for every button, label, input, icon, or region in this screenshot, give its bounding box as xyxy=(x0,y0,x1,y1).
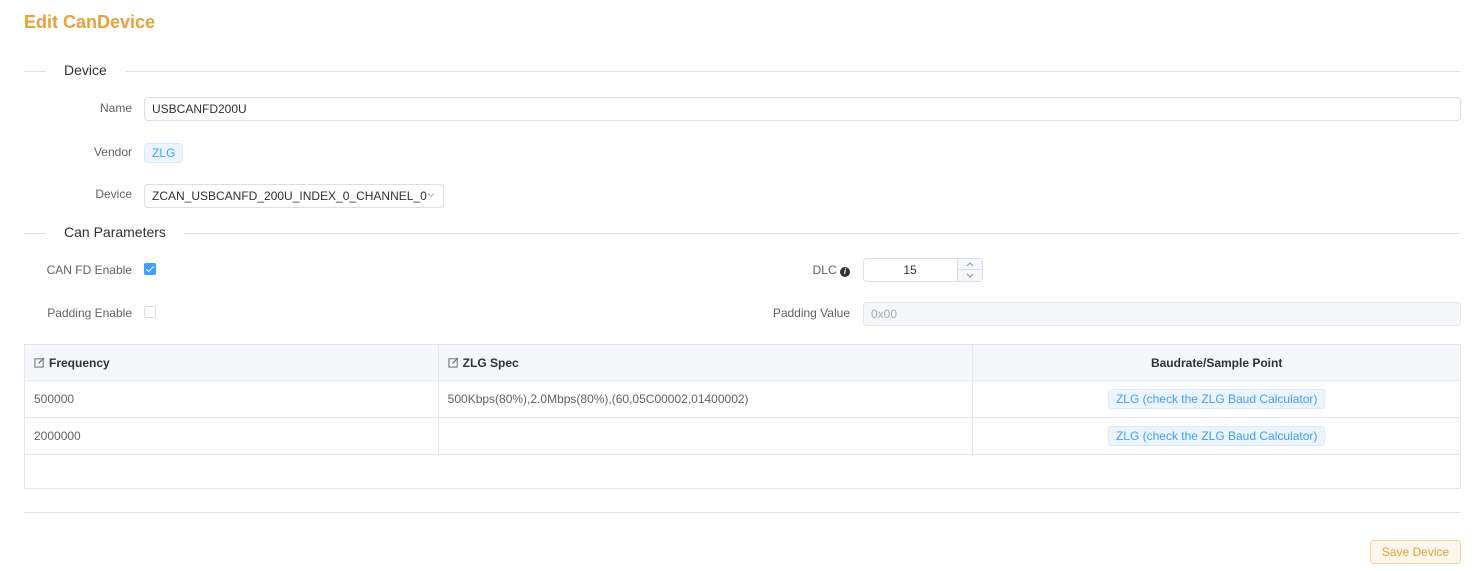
column-header-zlg-spec: ZLG Spec xyxy=(437,344,974,381)
padding-enable-checkbox[interactable] xyxy=(144,306,156,318)
baud-calculator-link[interactable]: ZLG (check the ZLG Baud Calculator) xyxy=(1107,389,1326,409)
baud-calculator-link[interactable]: ZLG (check the ZLG Baud Calculator) xyxy=(1107,426,1326,446)
edit-icon xyxy=(34,357,45,368)
chevron-up-icon xyxy=(966,262,974,267)
device-select-value: ZCAN_USBCANFD_200U_INDEX_0_CHANNEL_0 xyxy=(152,189,427,203)
dlc-stepper-controls xyxy=(957,259,982,281)
can-section-title: Can Parameters xyxy=(64,224,184,240)
vendor-label: Vendor xyxy=(93,145,132,159)
device-section-header: Device xyxy=(24,61,1460,81)
dlc-stepper[interactable]: 15 xyxy=(863,258,983,282)
chevron-down-icon xyxy=(966,273,974,278)
divider-left xyxy=(24,71,46,72)
frequency-cell[interactable]: 500000 xyxy=(24,380,439,418)
edit-icon xyxy=(448,357,459,368)
dlc-decrease-button[interactable] xyxy=(958,270,982,281)
padding-value-label: Padding Value xyxy=(772,306,850,320)
canfd-enable-label: CAN FD Enable xyxy=(46,263,132,277)
dlc-label: DLC i xyxy=(700,263,850,277)
table-empty-row xyxy=(24,454,1461,489)
table-header-row: Frequency ZLG Spec Baudrate/Sample Point xyxy=(24,344,1461,381)
padding-value-input[interactable]: 0x00 xyxy=(863,302,1461,326)
padding-enable-label: Padding Enable xyxy=(47,306,132,320)
can-section-header: Can Parameters xyxy=(24,223,1460,243)
baudrate-cell: ZLG (check the ZLG Baud Calculator) xyxy=(972,380,1461,418)
frequency-cell[interactable]: 2000000 xyxy=(24,417,439,455)
dlc-label-text: DLC xyxy=(812,263,837,277)
canfd-enable-checkbox[interactable] xyxy=(144,263,156,275)
divider-right xyxy=(64,71,1460,72)
column-header-label: ZLG Spec xyxy=(462,355,519,370)
name-label: Name xyxy=(99,101,132,115)
column-header-label: Frequency xyxy=(49,355,110,370)
column-header-frequency: Frequency xyxy=(24,344,439,381)
divider-right xyxy=(64,233,1460,234)
dlc-increase-button[interactable] xyxy=(958,259,982,270)
table-row: 2000000 ZLG (check the ZLG Baud Calculat… xyxy=(24,417,1461,455)
device-section-title: Device xyxy=(64,62,125,78)
zlg-spec-cell[interactable] xyxy=(437,417,974,455)
baudrate-cell: ZLG (check the ZLG Baud Calculator) xyxy=(972,417,1461,455)
table-row: 500000 500Kbps(80%),2.0Mbps(80%),(60,05C… xyxy=(24,380,1461,418)
device-label: Device xyxy=(95,187,132,201)
divider-left xyxy=(24,233,46,234)
page-title: Edit CanDevice xyxy=(24,12,156,32)
column-header-baudrate: Baudrate/Sample Point xyxy=(972,344,1461,381)
zlg-spec-cell[interactable]: 500Kbps(80%),2.0Mbps(80%),(60,05C00002,0… xyxy=(437,380,974,418)
vendor-tag: ZLG xyxy=(144,143,184,163)
empty-cell xyxy=(24,454,1461,489)
chevron-down-icon xyxy=(427,193,435,198)
column-header-label: Baudrate/Sample Point xyxy=(1150,355,1283,370)
device-select[interactable]: ZCAN_USBCANFD_200U_INDEX_0_CHANNEL_0 xyxy=(144,184,444,208)
dlc-value[interactable]: 15 xyxy=(864,259,956,281)
footer-divider xyxy=(24,512,1460,513)
name-input[interactable]: USBCANFD200U xyxy=(144,97,1461,121)
save-device-button[interactable]: Save Device xyxy=(1370,540,1461,564)
info-icon[interactable]: i xyxy=(840,267,850,277)
baudrate-table: Frequency ZLG Spec Baudrate/Sample Point… xyxy=(24,344,1461,489)
